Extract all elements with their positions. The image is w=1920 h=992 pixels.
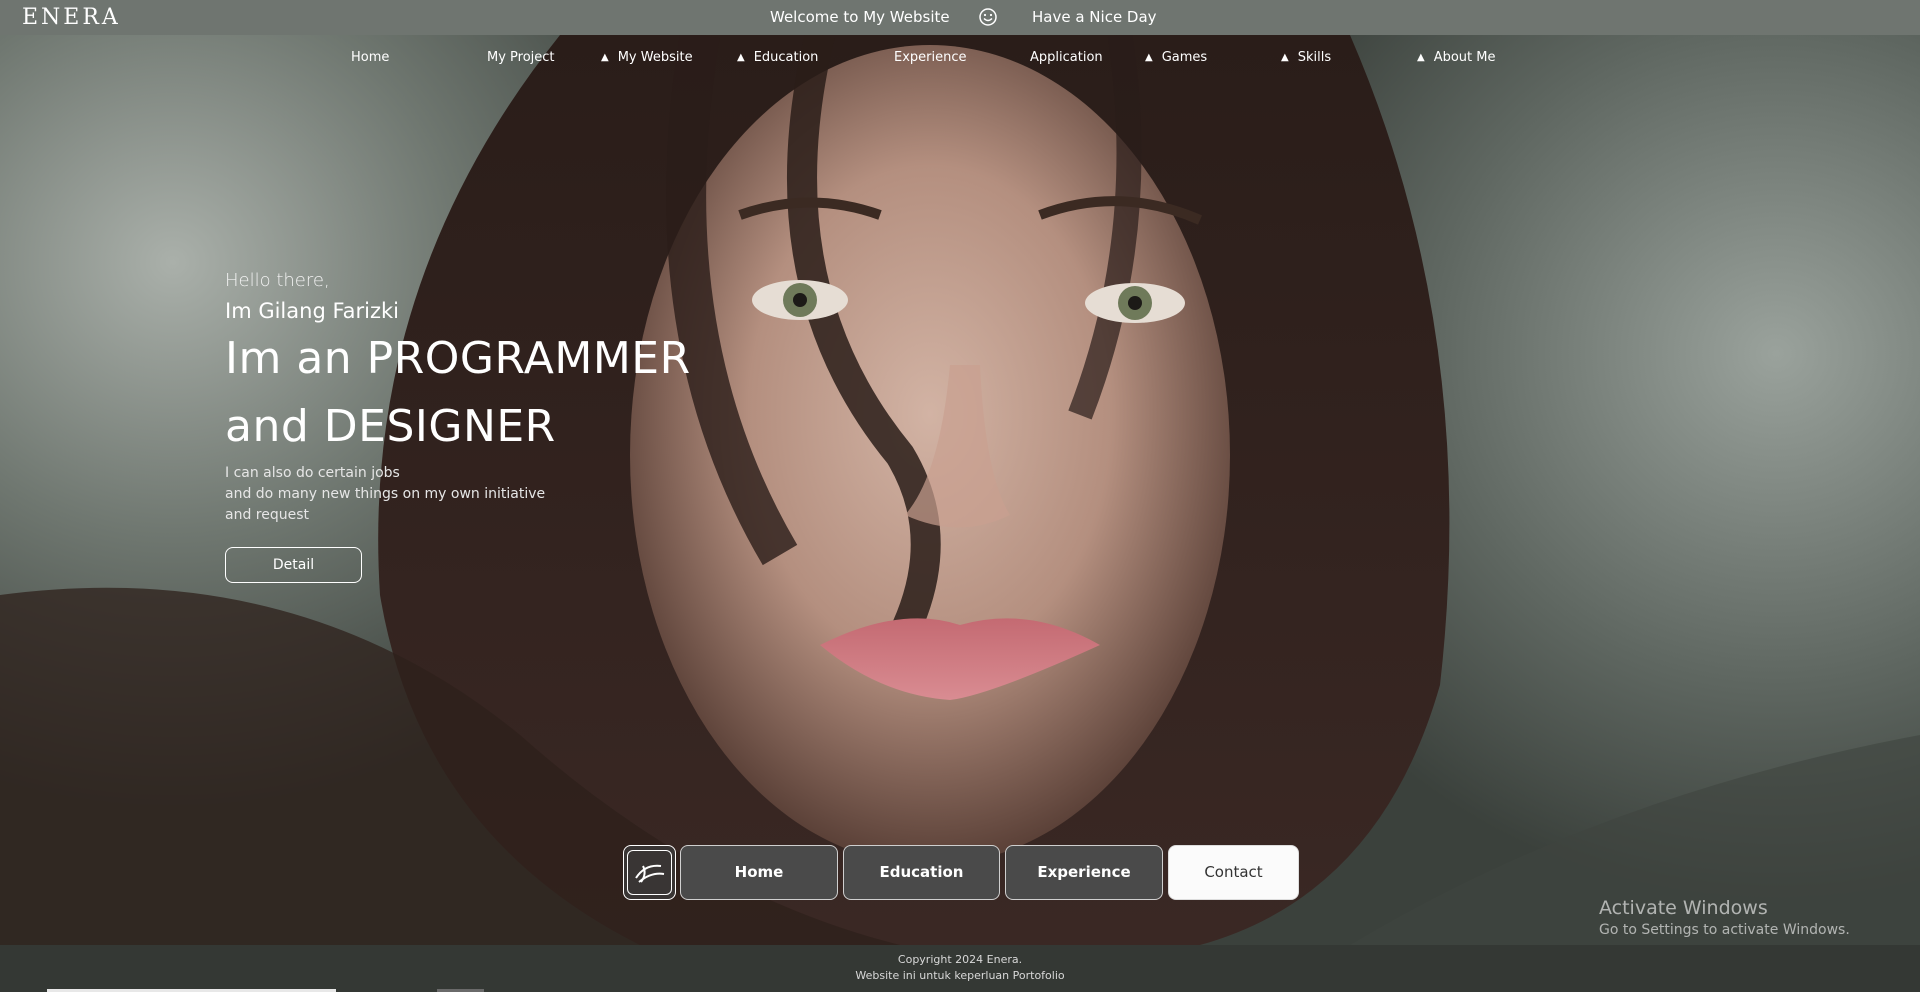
triangle-up-icon: ▲	[737, 52, 745, 63]
triangle-up-icon: ▲	[601, 52, 609, 63]
nav-application[interactable]: Application	[1030, 50, 1103, 65]
dock-contact-button[interactable]: Contact	[1168, 845, 1299, 900]
site-logo[interactable]: ENERA	[22, 5, 121, 30]
top-bar: ENERA Welcome to My Website Have a Nice …	[0, 0, 1920, 35]
hero-description-line2: and do many new things on my own initiat…	[225, 486, 546, 502]
footer-copyright: Copyright 2024 Enera.	[897, 953, 1023, 966]
dock-experience-button[interactable]: Experience	[1005, 845, 1163, 900]
enera-logo-icon	[627, 850, 672, 895]
nav-education[interactable]: ▲ Education	[737, 50, 818, 65]
greeting-text: Have a Nice Day	[1032, 8, 1157, 26]
hero-description-line1: I can also do certain jobs	[225, 465, 400, 481]
hero-headline-line1: Im an PROGRAMMER	[225, 333, 691, 384]
nav-games[interactable]: ▲ Games	[1145, 50, 1207, 65]
hero-name: Im Gilang Farizki	[225, 299, 399, 323]
footer-note: Website ini untuk keperluan Portofolio	[855, 969, 1065, 982]
hero-greeting: Hello there,	[225, 270, 330, 291]
dock-home-button[interactable]: Home	[680, 845, 838, 900]
detail-button[interactable]: Detail	[225, 547, 362, 583]
nav-about-me[interactable]: ▲ About Me	[1417, 50, 1496, 65]
triangle-up-icon: ▲	[1417, 52, 1425, 63]
watermark-subtitle: Go to Settings to activate Windows.	[1599, 922, 1850, 938]
nav-experience[interactable]: Experience	[894, 50, 967, 65]
welcome-text: Welcome to My Website	[770, 8, 950, 26]
footer: Copyright 2024 Enera. Website ini untuk …	[0, 945, 1920, 992]
nav-home[interactable]: Home	[351, 50, 389, 65]
activate-windows-watermark: Activate Windows Go to Settings to activ…	[1599, 897, 1850, 938]
hero-description-line3: and request	[225, 507, 310, 523]
dock-education-button[interactable]: Education	[843, 845, 1000, 900]
watermark-title: Activate Windows	[1599, 897, 1768, 919]
smile-icon	[979, 8, 997, 26]
hero-headline-line2: and DESIGNER	[225, 401, 556, 452]
main-nav: Home My Project ▲ My Website ▲ Education E…	[0, 50, 1920, 72]
nav-my-website[interactable]: ▲ My Website	[601, 50, 693, 65]
nav-my-project[interactable]: My Project	[487, 50, 555, 65]
nav-skills[interactable]: ▲ Skills	[1281, 50, 1331, 65]
triangle-up-icon: ▲	[1145, 52, 1153, 63]
triangle-up-icon: ▲	[1281, 52, 1289, 63]
dock-logo-button[interactable]	[623, 845, 676, 900]
